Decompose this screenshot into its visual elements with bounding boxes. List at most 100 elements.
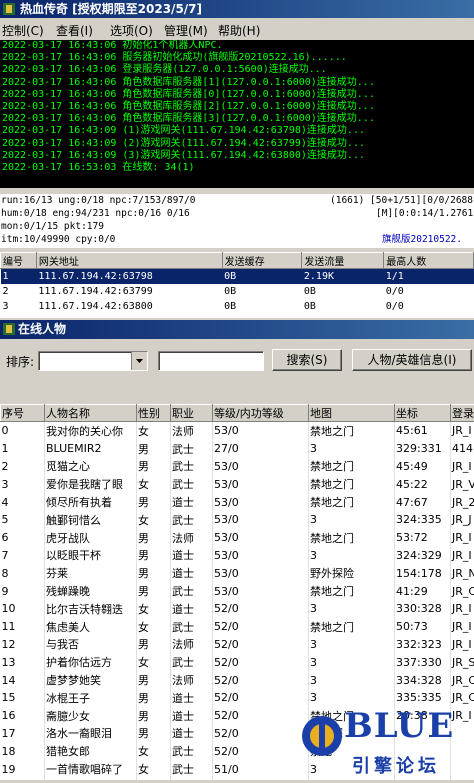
cell: 337:330 <box>395 653 451 671</box>
cell: 3 <box>309 511 395 529</box>
cell: 男 <box>137 707 171 725</box>
cell: 1 <box>1 440 45 458</box>
cell: 7 <box>1 547 45 565</box>
player-row[interactable]: 15冰棍王子男道士52/03335:335JR_C <box>1 689 474 707</box>
cell: 19 <box>1 760 45 778</box>
cell: JR_C <box>451 689 474 707</box>
cell: 1 <box>1 269 37 285</box>
cell: 道士 <box>171 547 213 565</box>
gateway-row[interactable]: 3 111.67.194.42:63800 0B 0B 0/0 <box>1 299 474 314</box>
player-row[interactable]: 2觅猫之心男武士53/0禁地之门45:49JR_I <box>1 458 474 476</box>
cell: 51/0 <box>213 760 309 778</box>
cell: JR_I <box>451 636 474 654</box>
player-row[interactable]: 10比尔吉沃特翱迭女道士52/03330:328JR_I <box>1 600 474 618</box>
cell: 111.67.194.42:63800 <box>36 299 222 314</box>
menu-manage[interactable]: 管理(M) <box>164 22 208 39</box>
cell: 女 <box>137 742 171 760</box>
cell: 法师 <box>171 529 213 547</box>
stat-line-right: (1661) [50+1/51][0/0/2688 <box>330 195 473 207</box>
player-row[interactable]: 1BLUEMIR2男武士27/03329:3314141 <box>1 440 474 458</box>
cell: 倾尽所有执着 <box>45 493 137 511</box>
col-header[interactable]: 序号 <box>1 405 45 422</box>
gateway-row[interactable]: 1 111.67.194.42:63798 0B 2.19K 1/1 <box>1 269 474 285</box>
cell: 53/0 <box>213 458 309 476</box>
gateway-list[interactable]: 编号 网关地址 发送缓存 发送流量 最高人数 1 111.67.194.42:6… <box>0 252 474 318</box>
menu-help[interactable]: 帮助(H) <box>218 22 260 39</box>
cell: 0B <box>302 299 384 314</box>
cell: 武士 <box>171 618 213 636</box>
log-line: 2022-03-17 16:43:06 角色数据库服务器[2](127.0.0.… <box>0 101 474 113</box>
menu-control[interactable]: 控制(C) <box>2 22 44 39</box>
col-header[interactable]: 登录 <box>451 405 474 422</box>
title-bar: 热血传奇 [授权期限至2023/5/7] <box>0 0 474 18</box>
cell: 154:178 <box>395 564 451 582</box>
cell: 道士 <box>171 493 213 511</box>
cell: 虚梦梦她笑 <box>45 671 137 689</box>
gateway-row[interactable]: 2 111.67.194.42:63799 0B 0B 0/0 <box>1 284 474 299</box>
cell: 3 <box>309 653 395 671</box>
stat-line: mon:0/1/15 pkt:179 <box>1 221 104 233</box>
col-header[interactable]: 等级/内功等级 <box>213 405 309 422</box>
col-header[interactable]: 网关地址 <box>36 253 222 269</box>
cell: 道士 <box>171 725 213 743</box>
cell: 9 <box>1 582 45 600</box>
cell: 50:73 <box>395 618 451 636</box>
col-header[interactable]: 职业 <box>171 405 213 422</box>
cell: 53/0 <box>213 422 309 440</box>
col-header[interactable]: 地图 <box>309 405 395 422</box>
player-row[interactable]: 14虚梦梦她笑男法师52/03334:328JR_C <box>1 671 474 689</box>
col-header[interactable]: 坐标 <box>395 405 451 422</box>
cell: 洛水一裔眼泪 <box>45 725 137 743</box>
player-row[interactable]: 7以眨眼干杯男道士53/03324:329JR_I <box>1 547 474 565</box>
menu-options[interactable]: 选项(O) <box>110 22 153 39</box>
cell: 3 <box>309 440 395 458</box>
chevron-down-icon[interactable] <box>131 352 147 370</box>
server-stats: run:16/13 ung:0/18 npc:7/153/897/0 (1661… <box>0 194 474 248</box>
cell: 3 <box>1 475 45 493</box>
player-row[interactable]: 8芬莱男道士53/0野外探险154:178JR_N <box>1 564 474 582</box>
cell: 53/0 <box>213 529 309 547</box>
col-header[interactable]: 最高人数 <box>384 253 474 269</box>
menu-view[interactable]: 查看(I) <box>56 22 93 39</box>
player-row[interactable]: 4倾尽所有执着男道士53/0禁地之门47:67JR_2 <box>1 493 474 511</box>
cell: 野外探险 <box>309 564 395 582</box>
player-row[interactable]: 5触鄞钶惜么女武士53/03324:335JR_J <box>1 511 474 529</box>
player-row[interactable]: 0我对你的关心你女法师53/0禁地之门45:61JR_I <box>1 422 474 440</box>
cell: 10 <box>1 600 45 618</box>
cell: 男 <box>137 458 171 476</box>
col-header[interactable]: 性别 <box>137 405 171 422</box>
player-row[interactable]: 11焦虑美人女武士52/0禁地之门50:73JR_I <box>1 618 474 636</box>
cell: JR_C <box>451 671 474 689</box>
cell: 53/0 <box>213 475 309 493</box>
cell: 45:61 <box>395 422 451 440</box>
sort-select[interactable] <box>38 351 148 371</box>
filter-bar: 排序: 搜索(S) 人物/英雄信息(I) <box>0 340 474 402</box>
col-header[interactable]: 编号 <box>1 253 37 269</box>
col-header[interactable]: 人物名称 <box>45 405 137 422</box>
cell: 女 <box>137 760 171 778</box>
search-input[interactable] <box>158 351 264 371</box>
cell: 11 <box>1 618 45 636</box>
cell: 53:72 <box>395 529 451 547</box>
cell: 324:335 <box>395 511 451 529</box>
search-button[interactable]: 搜索(S) <box>272 349 342 371</box>
cell: JR_I <box>451 618 474 636</box>
col-header[interactable]: 发送缓存 <box>222 253 302 269</box>
cell: 男 <box>137 440 171 458</box>
cell: 111.67.194.42:63798 <box>36 269 222 285</box>
player-row[interactable]: 9残蝉躁晚男武士53/0禁地之门41:29JR_C <box>1 582 474 600</box>
player-row[interactable]: 6虎牙战队男法师53/0禁地之门53:72JR_I <box>1 529 474 547</box>
player-info-button[interactable]: 人物/英雄信息(I) <box>352 349 472 371</box>
col-header[interactable]: 发送流量 <box>302 253 384 269</box>
cell: 武士 <box>171 760 213 778</box>
cell: 女 <box>137 600 171 618</box>
console-log: 2022-03-17 16:43:06 初始化1个机器人NPC. 2022-03… <box>0 40 474 188</box>
cell: 329:331 <box>395 440 451 458</box>
cell: 爱你是我瞎了眼 <box>45 475 137 493</box>
player-row[interactable]: 13护着你估远方女武士52/03337:330JR_S <box>1 653 474 671</box>
cell: 我对你的关心你 <box>45 422 137 440</box>
version-label: 旗舰版20210522. <box>382 234 462 246</box>
player-row[interactable]: 12与我否男法师52/03332:323JR_I <box>1 636 474 654</box>
cell: 12 <box>1 636 45 654</box>
player-row[interactable]: 3爱你是我瞎了眼女武士53/0禁地之门45:22JR_V <box>1 475 474 493</box>
